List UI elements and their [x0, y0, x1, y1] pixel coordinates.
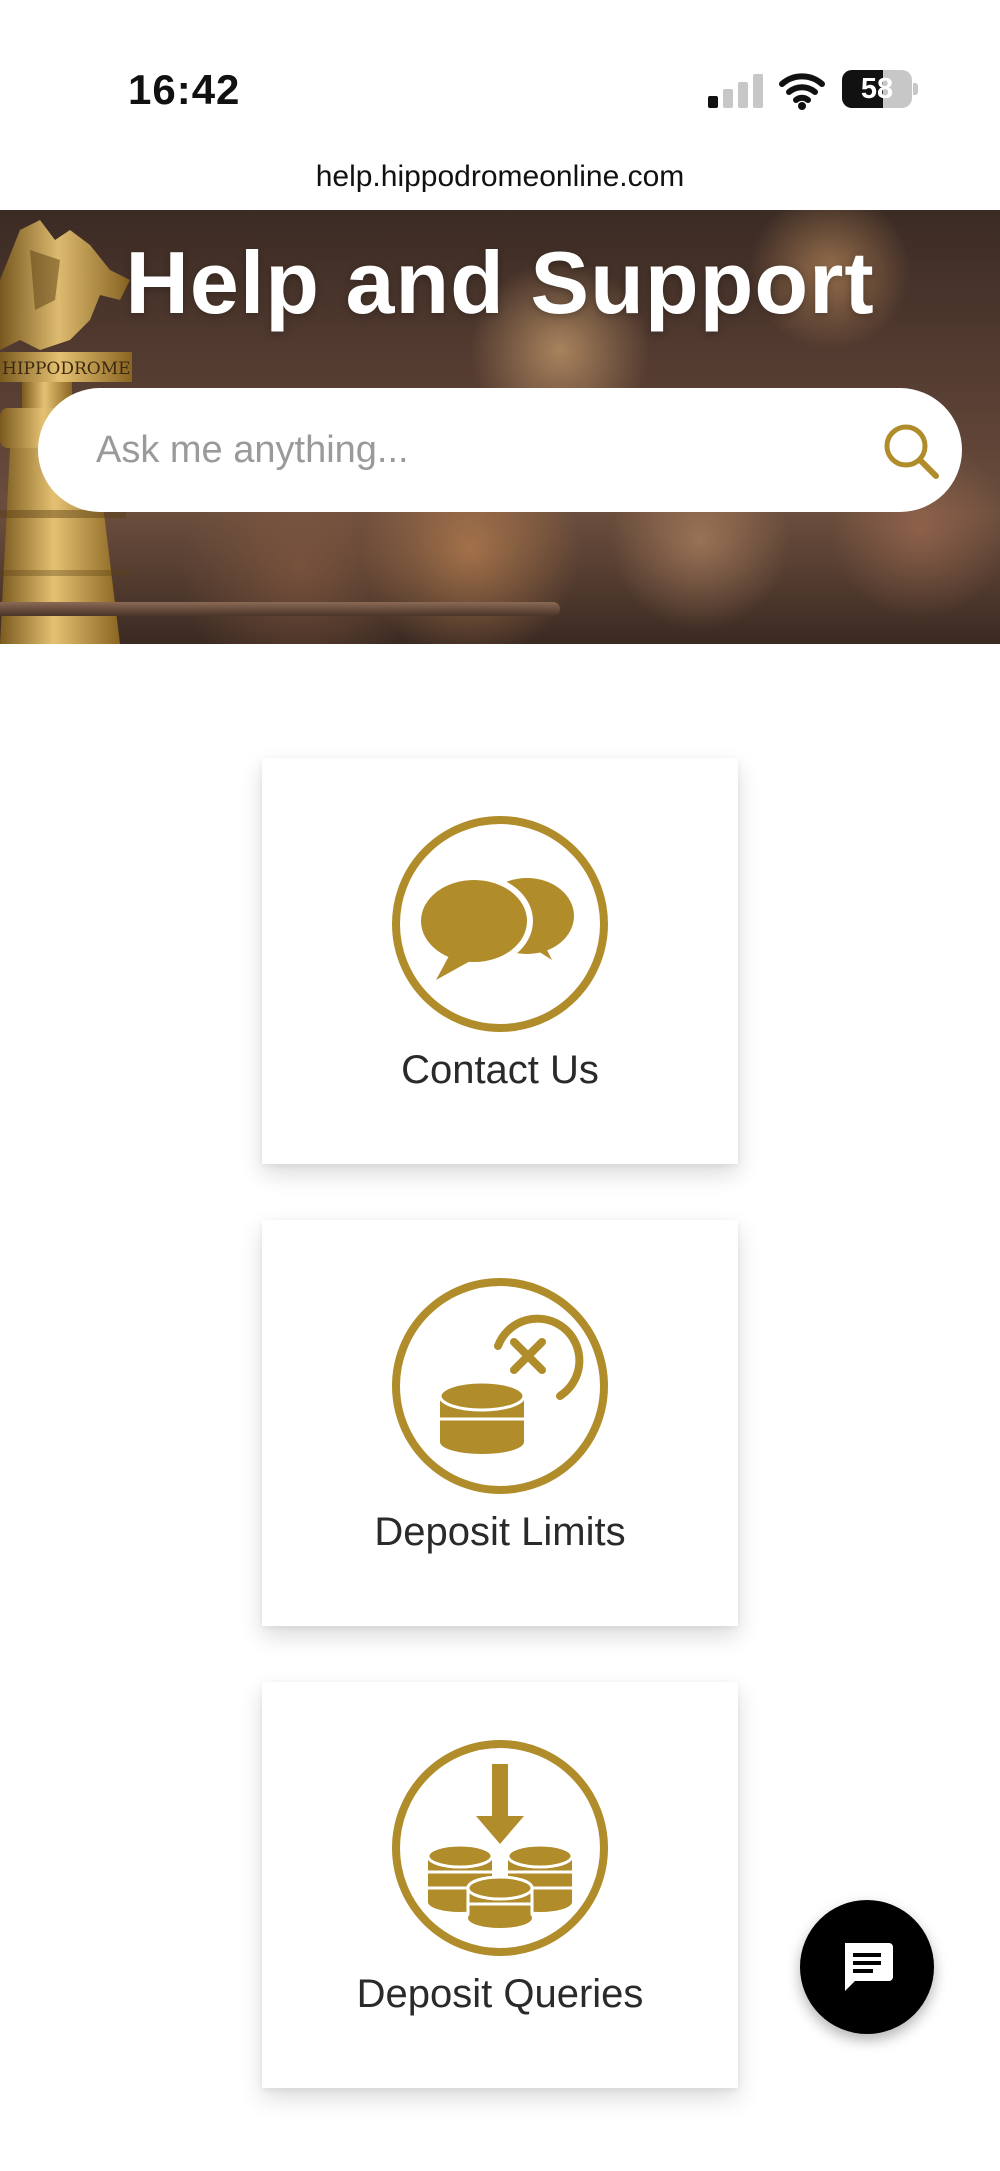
card-label: Deposit Queries — [356, 1972, 644, 2016]
search-icon[interactable] — [880, 420, 944, 484]
speech-bubbles-icon — [392, 816, 608, 1032]
help-support-page: 16:42 58 help.hippodromeonline.com HIPPO… — [0, 0, 1000, 2171]
status-time: 16:42 — [128, 66, 241, 113]
trophy-plaque-text: HIPPODROME — [2, 359, 131, 379]
coins-deposit-icon — [392, 1740, 608, 1956]
battery-level: 58 — [860, 73, 894, 105]
card-deposit-limits[interactable]: Deposit Limits — [262, 1220, 738, 1626]
search-bar[interactable]: Ask me anything... — [38, 388, 962, 512]
chat-icon — [845, 1943, 893, 1991]
card-deposit-queries[interactable]: Deposit Queries — [262, 1682, 738, 2088]
card-label: Deposit Limits — [374, 1510, 626, 1554]
coins-limit-icon — [392, 1278, 608, 1494]
status-bar: 16:42 58 help.hippodromeonline.com — [0, 0, 1000, 193]
cellular-signal-icon — [708, 74, 764, 108]
chat-button[interactable] — [800, 1900, 934, 2034]
search-input[interactable]: Ask me anything... — [96, 388, 409, 512]
page-title: Help and Support — [125, 233, 875, 332]
battery-icon: 58 — [842, 70, 918, 108]
wifi-icon — [779, 73, 825, 110]
hero-banner: HIPPODROME Help and Support Ask me anyth… — [0, 210, 1000, 644]
card-label: Contact Us — [401, 1048, 599, 1092]
rail-decoration — [0, 602, 560, 616]
address-bar-url[interactable]: help.hippodromeonline.com — [0, 160, 1000, 194]
card-contact-us[interactable]: Contact Us — [262, 758, 738, 1164]
